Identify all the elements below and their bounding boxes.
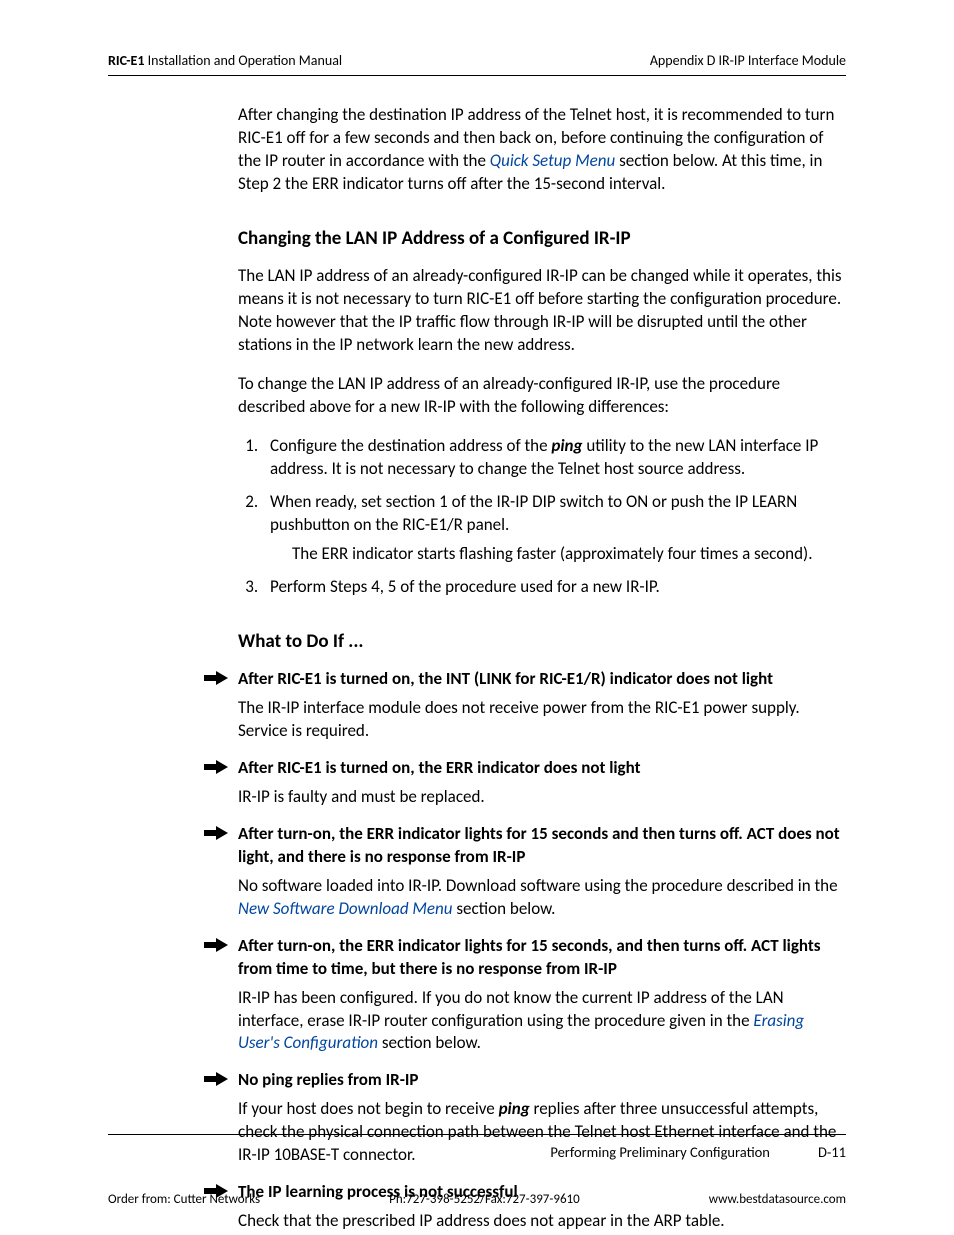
arrow-icon (204, 760, 228, 774)
arrow-icon (204, 826, 228, 840)
section1-p1: The LAN IP address of an already-configu… (238, 265, 846, 357)
footer-phone: Ph:727-398-5252/Fax:727-397-9610 (389, 1192, 580, 1207)
main-content: After changing the destination IP addres… (238, 104, 846, 1233)
footer-top: Performing Preliminary Configuration D-1… (108, 1134, 846, 1161)
arrow-icon (204, 938, 228, 952)
troubleshoot-item: After turn-on, the ERR indicator lights … (238, 935, 846, 1056)
step1-em: ping (551, 435, 582, 456)
troubleshoot-body: IR-IP is faulty and must be replaced. (238, 786, 846, 809)
section1-p2: To change the LAN IP address of an alrea… (238, 373, 846, 419)
body-b: section below. (453, 898, 556, 919)
header-left: RIC-E1 Installation and Operation Manual (108, 52, 342, 69)
footer-page-number: D-11 (818, 1143, 846, 1161)
arrow-icon (204, 671, 228, 685)
troubleshoot-item: The IP learning process is not successfu… (238, 1181, 846, 1233)
step1-a: Configure the destination address of the (270, 435, 551, 456)
quick-setup-menu-link[interactable]: Quick Setup Menu (490, 150, 615, 171)
troubleshoot-body: The IR-IP interface module does not rece… (238, 697, 846, 743)
body-a: No software loaded into IR-IP. Download … (238, 875, 838, 896)
troubleshoot-body: No software loaded into IR-IP. Download … (238, 875, 846, 921)
body-a: If your host does not begin to receive (238, 1098, 499, 1119)
product-name: RIC-E1 (108, 52, 144, 69)
procedure-list: Configure the destination address of the… (238, 435, 846, 599)
footer-section-name: Performing Preliminary Configuration (550, 1143, 770, 1161)
section-heading-lan-ip: Changing the LAN IP Address of a Configu… (238, 226, 846, 252)
troubleshoot-title: After turn-on, the ERR indicator lights … (238, 935, 846, 981)
troubleshoot-body: IR-IP has been configured. If you do not… (238, 987, 846, 1056)
header-right: Appendix D IR-IP Interface Module (650, 52, 846, 69)
troubleshoot-item: After RIC-E1 is turned on, the ERR indic… (238, 757, 846, 809)
procedure-step-1: Configure the destination address of the… (262, 435, 846, 481)
procedure-step-3: Perform Steps 4, 5 of the procedure used… (262, 576, 846, 599)
footer-bottom: Order from: Cutter Networks Ph:727-398-5… (108, 1192, 846, 1207)
troubleshoot-item: After turn-on, the ERR indicator lights … (238, 823, 846, 921)
body-b: section below. (378, 1032, 481, 1053)
body-a: IR-IP has been configured. If you do not… (238, 987, 784, 1031)
step2-text: When ready, set section 1 of the IR-IP D… (270, 491, 797, 535)
new-software-download-link[interactable]: New Software Download Menu (238, 898, 453, 919)
footer-order: Order from: Cutter Networks (108, 1192, 260, 1207)
footer-url: www.bestdatasource.com (709, 1192, 846, 1207)
page: RIC-E1 Installation and Operation Manual… (0, 0, 954, 1235)
section-heading-what-to-do: What to Do If ... (238, 629, 846, 655)
troubleshoot-title: After turn-on, the ERR indicator lights … (238, 823, 846, 869)
troubleshoot-body: Check that the prescribed IP address doe… (238, 1210, 846, 1233)
arrow-icon (204, 1072, 228, 1086)
troubleshoot-title: No ping replies from IR-IP (238, 1069, 846, 1092)
manual-title: Installation and Operation Manual (144, 52, 342, 69)
step2-sub: The ERR indicator starts flashing faster… (292, 543, 846, 566)
procedure-step-2: When ready, set section 1 of the IR-IP D… (262, 491, 846, 566)
troubleshoot-item: After RIC-E1 is turned on, the INT (LINK… (238, 668, 846, 743)
page-header: RIC-E1 Installation and Operation Manual… (108, 52, 846, 76)
step3-text: Perform Steps 4, 5 of the procedure used… (270, 576, 660, 597)
intro-paragraph: After changing the destination IP addres… (238, 104, 846, 196)
troubleshoot-title: After RIC-E1 is turned on, the INT (LINK… (238, 668, 846, 691)
body-em: ping (499, 1098, 530, 1119)
troubleshoot-title: After RIC-E1 is turned on, the ERR indic… (238, 757, 846, 780)
